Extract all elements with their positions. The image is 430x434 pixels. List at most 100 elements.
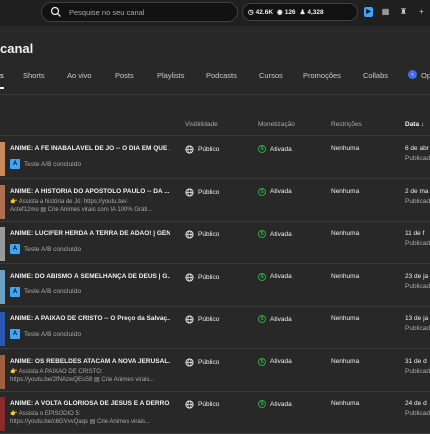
visibility-cell[interactable]: Público [185, 357, 220, 367]
tab-collabs[interactable]: Collabs [363, 71, 388, 80]
monetization-cell[interactable]: $ Ativada [258, 357, 292, 366]
page-title: canal [0, 41, 34, 56]
col-date[interactable]: Data ↓ [405, 121, 424, 128]
visibility-cell[interactable]: Público [185, 272, 220, 282]
table-row[interactable]: ANIME: A PAIXÃO DE CRISTO -- O Preço da … [0, 307, 430, 349]
sort-arrow-icon: ↓ [420, 121, 425, 128]
monetization-cell[interactable]: $ Ativada [258, 272, 292, 281]
visibility-cell[interactable]: Público [185, 230, 219, 239]
extension-icon[interactable]: ▶ [364, 6, 373, 17]
monetization-cell[interactable]: $ Ativada [258, 230, 292, 238]
video-title[interactable]: ANIME: DO ABISMO À SEMELHANÇA DE DEUS | … [10, 273, 170, 280]
search-input[interactable] [69, 7, 229, 18]
table-row[interactable]: ANIME: A HISTÓRIA DO APÓSTOLO PAULO -- D… [0, 180, 430, 222]
monetization-cell[interactable]: $ Ativada [258, 145, 292, 153]
video-title[interactable]: ANIME: A PAIXÃO DE CRISTO -- O Preço da … [10, 315, 170, 322]
visibility-cell[interactable]: Público [185, 187, 219, 197]
video-title[interactable]: ANIME: A HISTÓRIA DO APÓSTOLO PAULO -- D… [10, 188, 170, 195]
restrictions-cell: Nenhuma [331, 230, 360, 237]
restrictions-cell: Nenhuma [331, 187, 360, 195]
monetization-label: Ativada [270, 145, 292, 153]
tab-shorts[interactable]: Shorts [23, 71, 45, 80]
monetization-cell[interactable]: $ Ativada [258, 400, 292, 408]
ab-test-icon: A [10, 244, 20, 254]
grid-icon[interactable]: ▦ [380, 6, 391, 17]
globe-icon [185, 230, 194, 239]
header-divider [0, 135, 430, 136]
publish-status: Publicad [405, 240, 430, 247]
video-thumbnail[interactable] [0, 227, 5, 261]
video-thumbnail[interactable] [0, 269, 5, 304]
video-thumbnail[interactable] [0, 354, 5, 389]
date-cell: 6 de abr [405, 145, 429, 152]
date-cell: 31 de d [405, 357, 427, 365]
visibility-label: Público [198, 231, 220, 238]
ab-test-status: Teste A/B concluído [24, 288, 82, 295]
visibility-cell[interactable]: Público [185, 315, 219, 324]
tab-courses[interactable]: Cursos [259, 71, 283, 80]
table-row[interactable]: ANIME: A FÉ INABALÁVEL DE JÓ -- O DIA EM… [0, 137, 430, 179]
tab-promotions[interactable]: Promoções [303, 71, 341, 80]
video-title[interactable]: ANIME: OS REBELDES ATACAM A NOVA JERUSAL… [10, 358, 170, 365]
video-description-2: https://youtu.be/c6GVvvQaqs ▤ Crie Anime… [10, 419, 151, 425]
trophy-icon[interactable]: ♜ [398, 6, 409, 17]
publish-status: Publicad [405, 367, 430, 375]
visibility-label: Público [198, 401, 220, 408]
restrictions-cell: Nenhuma [331, 145, 360, 152]
visibility-label: Público [198, 358, 220, 366]
globe-icon [185, 272, 194, 282]
search-icon [50, 6, 62, 20]
video-thumbnail[interactable] [0, 142, 5, 176]
eye-icon: ◉ [277, 9, 283, 16]
dollar-icon: $ [258, 187, 266, 196]
publish-status: Publicad [405, 197, 430, 205]
video-title[interactable]: ANIME: A FÉ INABALÁVEL DE JÓ -- O DIA EM… [10, 145, 170, 152]
tab-posts[interactable]: Posts [115, 71, 134, 80]
video-title[interactable]: ANIME: LÚCIFER HERDA A TERRA DE ADÃO! | … [10, 230, 170, 237]
ab-test-icon: A [10, 159, 20, 169]
table-row[interactable]: ANIME: OS REBELDES ATACAM A NOVA JERUSAL… [0, 350, 430, 392]
publish-status: Publicad [405, 282, 430, 290]
tab-options[interactable]: Op [421, 71, 430, 80]
content-tabs: s Shorts Ao vivo Posts Playlists Podcast… [0, 64, 430, 90]
video-thumbnail[interactable] [0, 397, 5, 431]
tab-live[interactable]: Ao vivo [67, 71, 92, 80]
stat-watch: 126 [284, 8, 296, 16]
monetization-label: Ativada [270, 188, 292, 195]
tab-videos[interactable]: s [0, 71, 4, 80]
tab-playlists[interactable]: Playlists [157, 71, 185, 80]
monetization-cell[interactable]: $ Ativada [258, 187, 292, 196]
monetization-cell[interactable]: $ Ativada [258, 315, 292, 323]
channel-stats[interactable]: ◷ 42.6K ◉ 126 ♟ 4,328 [242, 3, 358, 21]
visibility-cell[interactable]: Público [185, 400, 219, 409]
add-icon[interactable]: + [416, 6, 427, 17]
tabs-next-icon[interactable]: › [408, 70, 417, 79]
dollar-icon: $ [258, 272, 266, 281]
col-monetization[interactable]: Monetização [258, 121, 295, 128]
table-row[interactable]: ANIME: A VOLTA GLORIOSA DE JESUS E A DER… [0, 392, 430, 434]
monetization-label: Ativada [270, 273, 292, 280]
col-visibility[interactable]: Visibilidade [185, 121, 218, 128]
dollar-icon: $ [258, 357, 266, 366]
ab-test-status: Teste A/B concluído [24, 160, 82, 168]
globe-icon [185, 400, 194, 409]
video-title[interactable]: ANIME: A VOLTA GLORIOSA DE JESUS E A DER… [10, 400, 170, 407]
stat-subs: 4,328 [307, 8, 324, 16]
visibility-cell[interactable]: Público [185, 145, 219, 154]
top-bar: ◷42.6K ◉126 ♟4,328 ▶ ▦ ♜ + [0, 0, 430, 26]
search-box[interactable] [41, 2, 238, 22]
clock-icon: ◷ [248, 9, 254, 16]
ab-test-status: Teste A/B concluído [24, 245, 82, 253]
table-row[interactable]: ANIME: DO ABISMO À SEMELHANÇA DE DEUS | … [0, 265, 430, 307]
tab-podcasts[interactable]: Podcasts [206, 71, 237, 80]
dollar-icon: $ [258, 145, 266, 153]
col-restrictions[interactable]: Restrições [331, 121, 362, 128]
globe-icon [185, 315, 194, 324]
ab-test-status: Teste A/B concluído [24, 330, 82, 338]
dollar-icon: $ [258, 400, 266, 408]
table-row[interactable]: ANIME: LÚCIFER HERDA A TERRA DE ADÃO! | … [0, 222, 430, 264]
video-thumbnail[interactable] [0, 184, 5, 219]
date-cell: 2 de ma [405, 187, 429, 195]
visibility-label: Público [198, 273, 220, 281]
video-thumbnail[interactable] [0, 312, 5, 346]
